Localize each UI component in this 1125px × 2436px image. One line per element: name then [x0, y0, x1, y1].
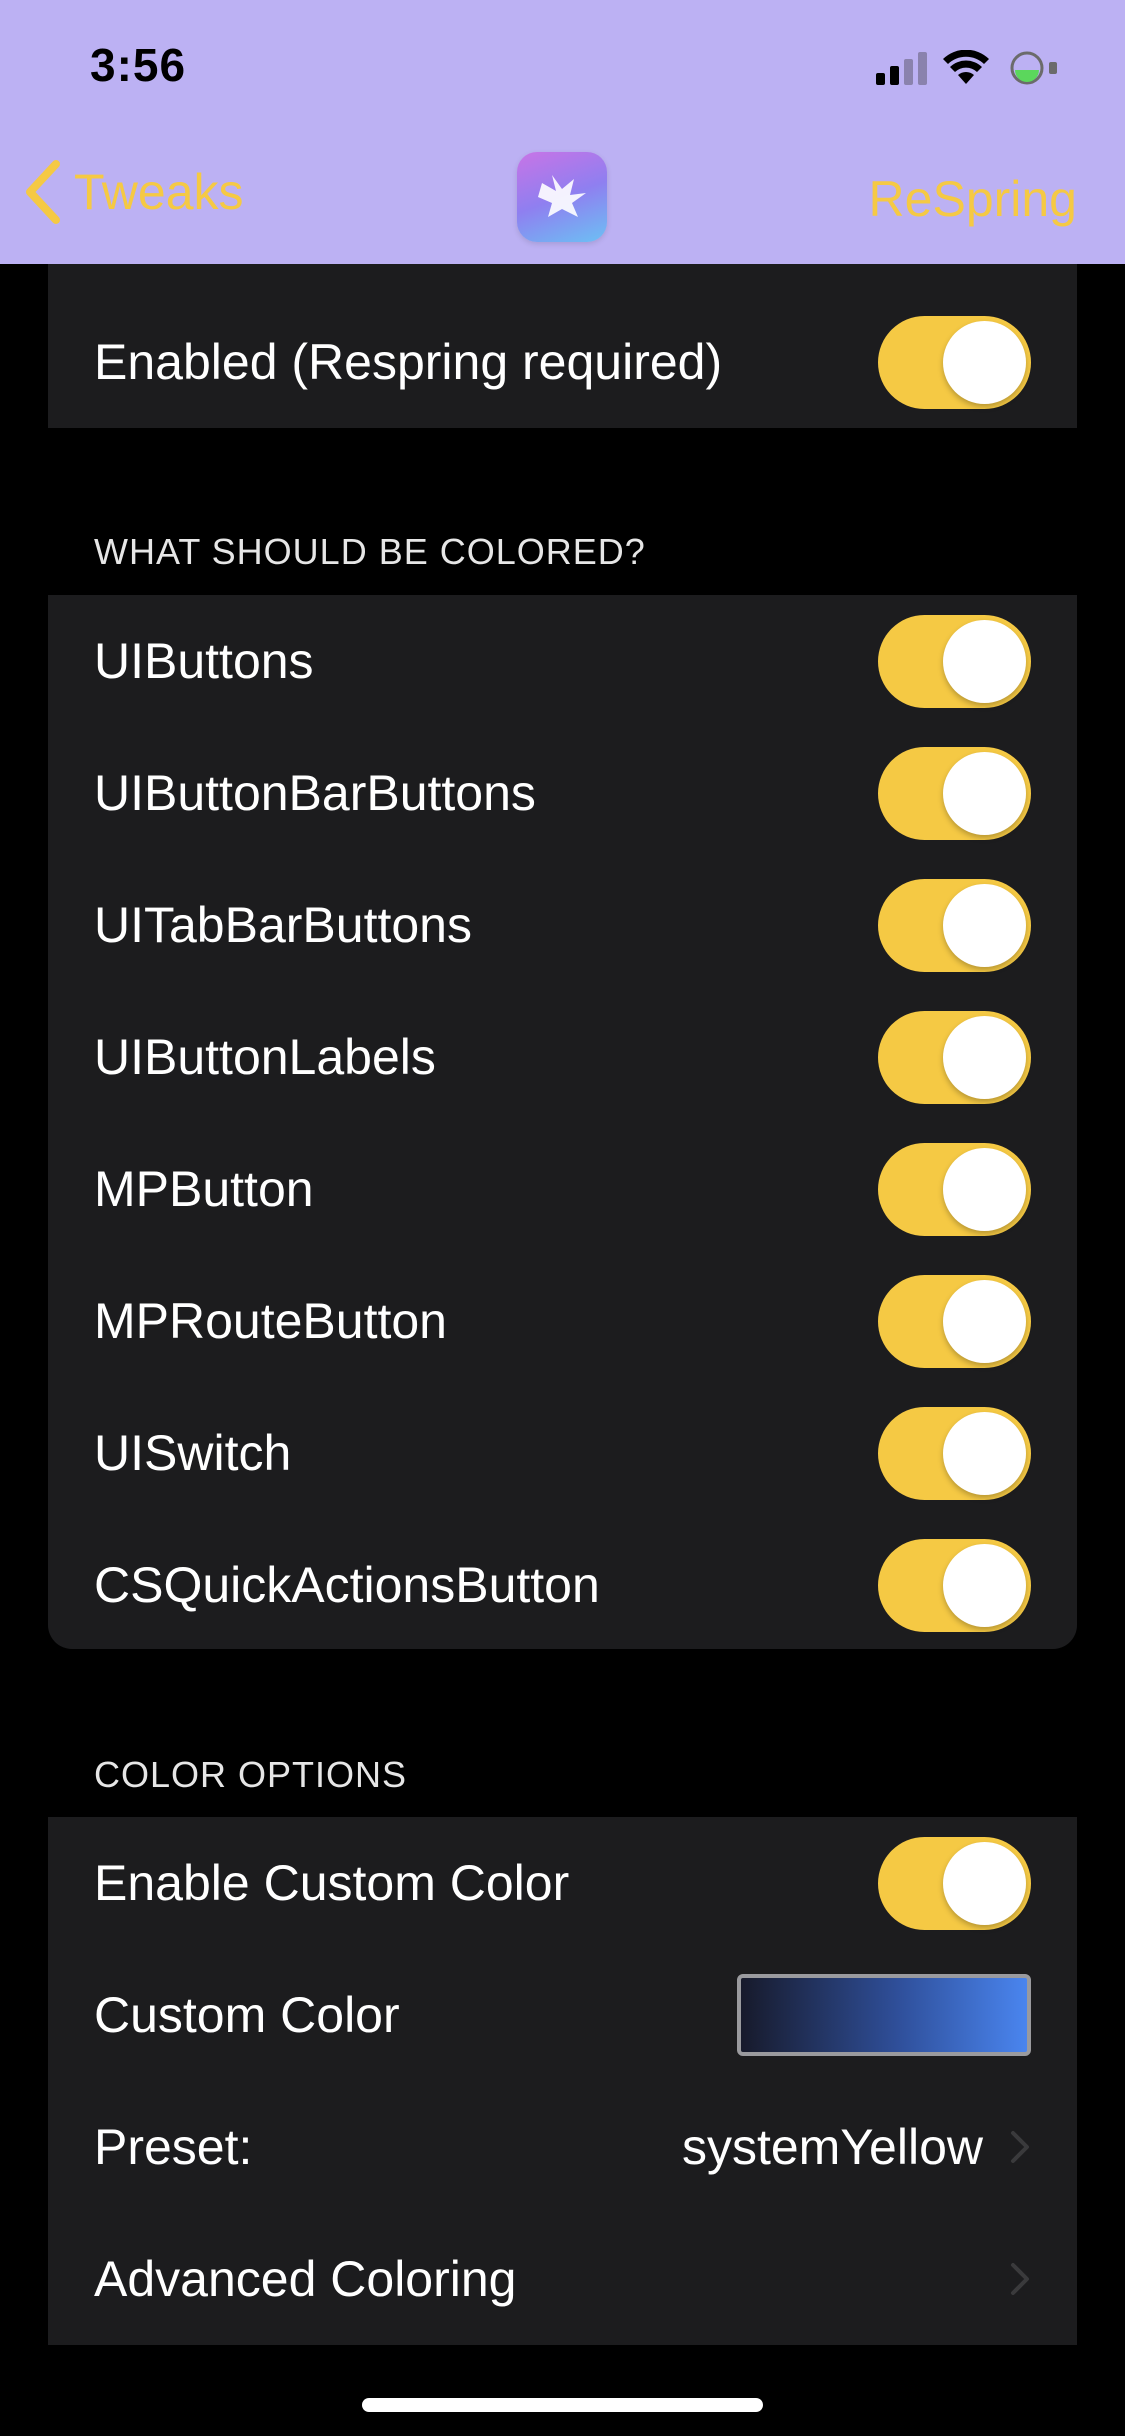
signal-icon [876, 51, 927, 85]
list-item: UIButtons [48, 595, 1077, 727]
row-label: Preset: [94, 2119, 253, 2175]
toggle-knob [943, 320, 1026, 404]
row-label: UITabBarButtons [94, 897, 472, 953]
list-item: UIButtonBarButtons [48, 727, 1077, 859]
preset-row[interactable]: Preset: systemYellow [48, 2081, 1077, 2213]
custom-color-swatch[interactable] [737, 1974, 1031, 2056]
list-item: CSQuickActionsButton [48, 1519, 1077, 1651]
toggle-knob [943, 1411, 1026, 1495]
toggle-knob [943, 751, 1026, 835]
custom-color-row: Custom Color [48, 1949, 1077, 2081]
list-item: UITabBarButtons [48, 859, 1077, 991]
advanced-coloring-row[interactable]: Advanced Coloring [48, 2213, 1077, 2345]
enabled-toggle[interactable] [878, 315, 1031, 409]
toggle-knob [943, 883, 1026, 967]
toggle-knob [943, 619, 1026, 703]
chevron-left-icon [26, 160, 60, 224]
uitabbarbuttons-toggle[interactable] [878, 878, 1031, 972]
back-button[interactable]: Tweaks [24, 160, 244, 224]
preset-value: systemYellow [681, 2119, 983, 2175]
mpbutton-toggle[interactable] [878, 1142, 1031, 1236]
list-item: MPButton [48, 1123, 1077, 1255]
row-label: MPRouteButton [94, 1293, 447, 1349]
row-label: Advanced Coloring [94, 2251, 517, 2307]
wifi-icon [943, 50, 989, 84]
section-header-color-options: COLOR OPTIONS [94, 1754, 408, 1795]
section-header-colored: WHAT SHOULD BE COLORED? [94, 531, 646, 572]
uibuttonbarbuttons-toggle[interactable] [878, 746, 1031, 840]
enable-custom-color-row: Enable Custom Color [48, 1817, 1077, 1949]
colored-group: UIButtons UIButtonBarButtons UITabBarBut… [48, 595, 1077, 1649]
row-label: UIButtons [94, 633, 314, 689]
back-button-label: Tweaks [74, 164, 244, 220]
uiswitch-toggle[interactable] [878, 1406, 1031, 1500]
csquickactionsbutton-toggle[interactable] [878, 1538, 1031, 1632]
enable-custom-color-toggle[interactable] [878, 1836, 1031, 1930]
enabled-row: Enabled (Respring required) [48, 296, 1077, 428]
app-logo-icon [517, 152, 607, 242]
toggle-knob [943, 1015, 1026, 1099]
chevron-right-icon [1011, 2131, 1029, 2163]
toggle-knob [943, 1147, 1026, 1231]
row-label: Custom Color [94, 1987, 400, 2043]
row-label: CSQuickActionsButton [94, 1557, 600, 1613]
uibuttonlabels-toggle[interactable] [878, 1010, 1031, 1104]
status-icons [876, 50, 1061, 86]
toggle-knob [943, 1543, 1026, 1627]
row-label: UIButtonLabels [94, 1029, 436, 1085]
enabled-label: Enabled (Respring required) [94, 334, 723, 390]
list-item: MPRouteButton [48, 1255, 1077, 1387]
respring-button[interactable]: ReSpring [869, 170, 1077, 228]
row-label: Enable Custom Color [94, 1855, 570, 1911]
toggle-knob [943, 1841, 1026, 1925]
battery-icon [1010, 51, 1057, 85]
row-label: MPButton [94, 1161, 314, 1217]
navigation-header: 3:56 Tweaks ReSpring [0, 0, 1125, 264]
enabled-group: Enabled (Respring required) [48, 264, 1077, 428]
list-item: UIButtonLabels [48, 991, 1077, 1123]
toggle-knob [943, 1279, 1026, 1363]
list-item: UISwitch [48, 1387, 1077, 1519]
preset-value-wrap: systemYellow [682, 2118, 1031, 2176]
chevron-right-icon [1011, 2263, 1029, 2295]
mproutebutton-toggle[interactable] [878, 1274, 1031, 1368]
row-label: UISwitch [94, 1425, 292, 1481]
status-time: 3:56 [90, 39, 187, 91]
uibuttons-toggle[interactable] [878, 614, 1031, 708]
row-label: UIButtonBarButtons [94, 765, 536, 821]
home-indicator [362, 2398, 763, 2412]
color-options-group: Enable Custom Color Custom Color Preset:… [48, 1817, 1077, 2345]
